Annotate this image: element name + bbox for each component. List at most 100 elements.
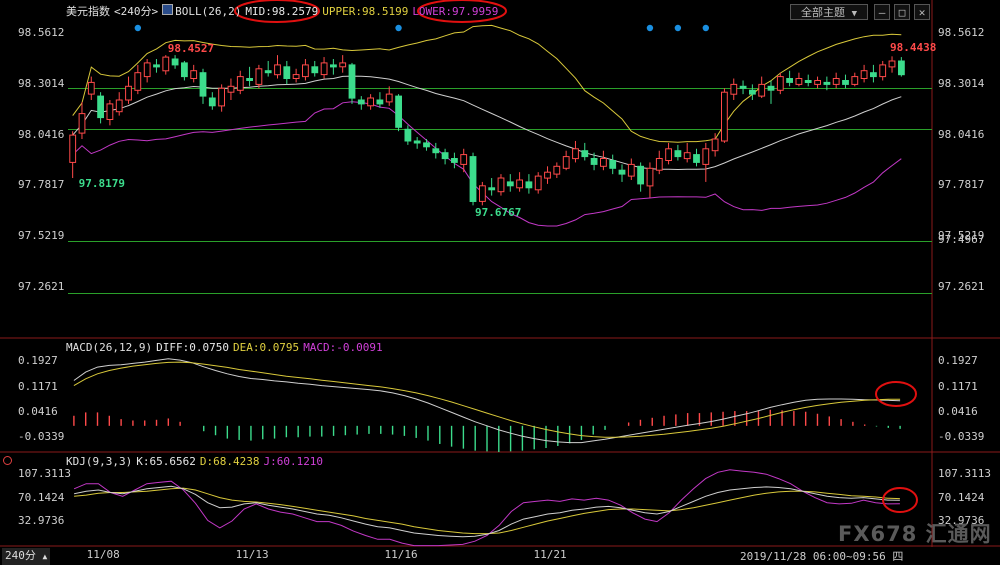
- candle-body: [451, 158, 458, 163]
- candle-body: [525, 181, 533, 189]
- minimize-icon: —: [878, 6, 886, 19]
- candle-body: [97, 95, 104, 119]
- candle-body: [646, 167, 654, 187]
- x-tick-label: 11/08: [86, 548, 120, 561]
- theme-select[interactable]: 全部主题 ▼: [790, 4, 868, 20]
- candle-body: [702, 148, 710, 165]
- kdj-name: KDJ(9,3,3): [66, 455, 133, 468]
- candle-body: [432, 148, 440, 154]
- candle-body: [814, 80, 822, 85]
- macd-end-circle: [875, 381, 917, 407]
- candle-body: [125, 85, 132, 101]
- candle-body: [553, 165, 561, 175]
- symbol-name: 美元指数: [66, 5, 110, 18]
- kdj-k-line: [73, 485, 900, 538]
- candle-body: [898, 60, 905, 76]
- candle-body: [357, 99, 365, 105]
- signal-dot: [702, 24, 710, 32]
- price-tick-left: 97.5219: [18, 229, 65, 243]
- candle-body: [283, 66, 291, 80]
- candle-body: [618, 169, 626, 175]
- candle-body: [311, 66, 319, 74]
- candle-body: [404, 128, 412, 142]
- price-tick-right: 97.7817: [938, 178, 985, 192]
- candle-body: [218, 87, 225, 107]
- candle-body: [264, 70, 272, 74]
- macd-tick-left: -0.0339: [18, 430, 65, 444]
- price-tick-left: 97.7817: [18, 178, 65, 192]
- candle-body: [469, 156, 477, 203]
- candle-body: [460, 154, 468, 165]
- upper-value: UPPER:98.5199: [322, 5, 409, 18]
- candle-body: [711, 138, 719, 152]
- candle-body: [627, 163, 635, 177]
- candle-body: [199, 72, 207, 97]
- candle-body: [795, 78, 803, 85]
- candle-body: [274, 64, 281, 76]
- candle-body: [516, 179, 524, 189]
- price-tick-left: 98.0416: [18, 127, 65, 141]
- kdj-k: K:65.6562: [136, 455, 196, 468]
- period-label: 240分: [5, 549, 36, 562]
- period-button[interactable]: 240分 ▲: [2, 548, 51, 565]
- lowest-price-label: 97.6767: [475, 206, 522, 220]
- candle-body: [236, 76, 244, 91]
- candle-body: [376, 99, 384, 105]
- price-tick-right: 98.3014: [938, 77, 985, 91]
- close-icon: ✕: [918, 6, 926, 19]
- candle-body: [860, 70, 868, 79]
- candle-body: [776, 76, 784, 91]
- candle-body: [842, 80, 849, 85]
- candle-body: [590, 158, 598, 165]
- kdj-panel: [73, 469, 900, 547]
- kdj-d-line: [74, 487, 900, 535]
- candle-body: [246, 78, 253, 81]
- candle-body: [739, 85, 747, 89]
- macd-value: MACD:-0.0091: [303, 341, 383, 354]
- x-tick-label: 11/16: [384, 548, 418, 561]
- signal-dot: [646, 24, 654, 32]
- macd-dea: DEA:0.0795: [232, 341, 300, 354]
- candle-body: [87, 81, 95, 95]
- watermark: FX678 汇通网: [838, 522, 992, 546]
- macd-panel: [73, 358, 901, 453]
- macd-tick-right: 0.1927: [938, 354, 978, 368]
- candle-body: [320, 62, 328, 76]
- candle-body: [143, 62, 151, 78]
- timestamp: 2019/11/28 06:00~09:56 四: [740, 550, 904, 563]
- kdj-tick-left: 32.9736: [18, 514, 65, 527]
- candle-body: [581, 150, 589, 158]
- macd-tick-right: 0.1171: [938, 379, 978, 393]
- boll-icon: [162, 4, 174, 15]
- candle-body: [292, 74, 300, 79]
- close-button[interactable]: ✕: [914, 4, 930, 20]
- kdj-tick-left: 70.1424: [18, 490, 65, 504]
- macd-tick-left: 0.0416: [18, 404, 58, 418]
- minimize-button[interactable]: —: [874, 4, 890, 20]
- candle-body: [786, 78, 794, 83]
- candle-body: [162, 56, 170, 72]
- triangle-up-icon: ▲: [42, 552, 48, 561]
- macd-tick-right: 0.0416: [938, 404, 978, 418]
- candle-body: [413, 140, 421, 144]
- candle-body: [330, 64, 337, 68]
- candle-body: [134, 72, 142, 91]
- macd-tick-left: 0.1927: [18, 354, 58, 368]
- signal-dot: [674, 24, 682, 32]
- candle-body: [441, 152, 449, 160]
- maximize-button[interactable]: □: [894, 4, 910, 20]
- candle-body: [227, 85, 235, 93]
- x-tick-label: 11/13: [235, 548, 269, 561]
- candle-body: [572, 148, 579, 160]
- macd-header: MACD(26,12,9) DIFF:0.0750 DEA:0.0795 MACD:-…: [66, 341, 387, 355]
- kdj-settings-icon[interactable]: [3, 456, 12, 465]
- first-low-label: 97.8179: [78, 177, 125, 191]
- candle-body: [479, 185, 486, 202]
- last-high-label: 98.4438: [890, 41, 937, 55]
- candle-body: [190, 70, 198, 79]
- candle-body: [851, 76, 859, 85]
- price-tick-left: 97.2621: [18, 279, 65, 293]
- candle-body: [255, 68, 263, 85]
- candle-body: [758, 83, 766, 97]
- candle-body: [171, 58, 179, 66]
